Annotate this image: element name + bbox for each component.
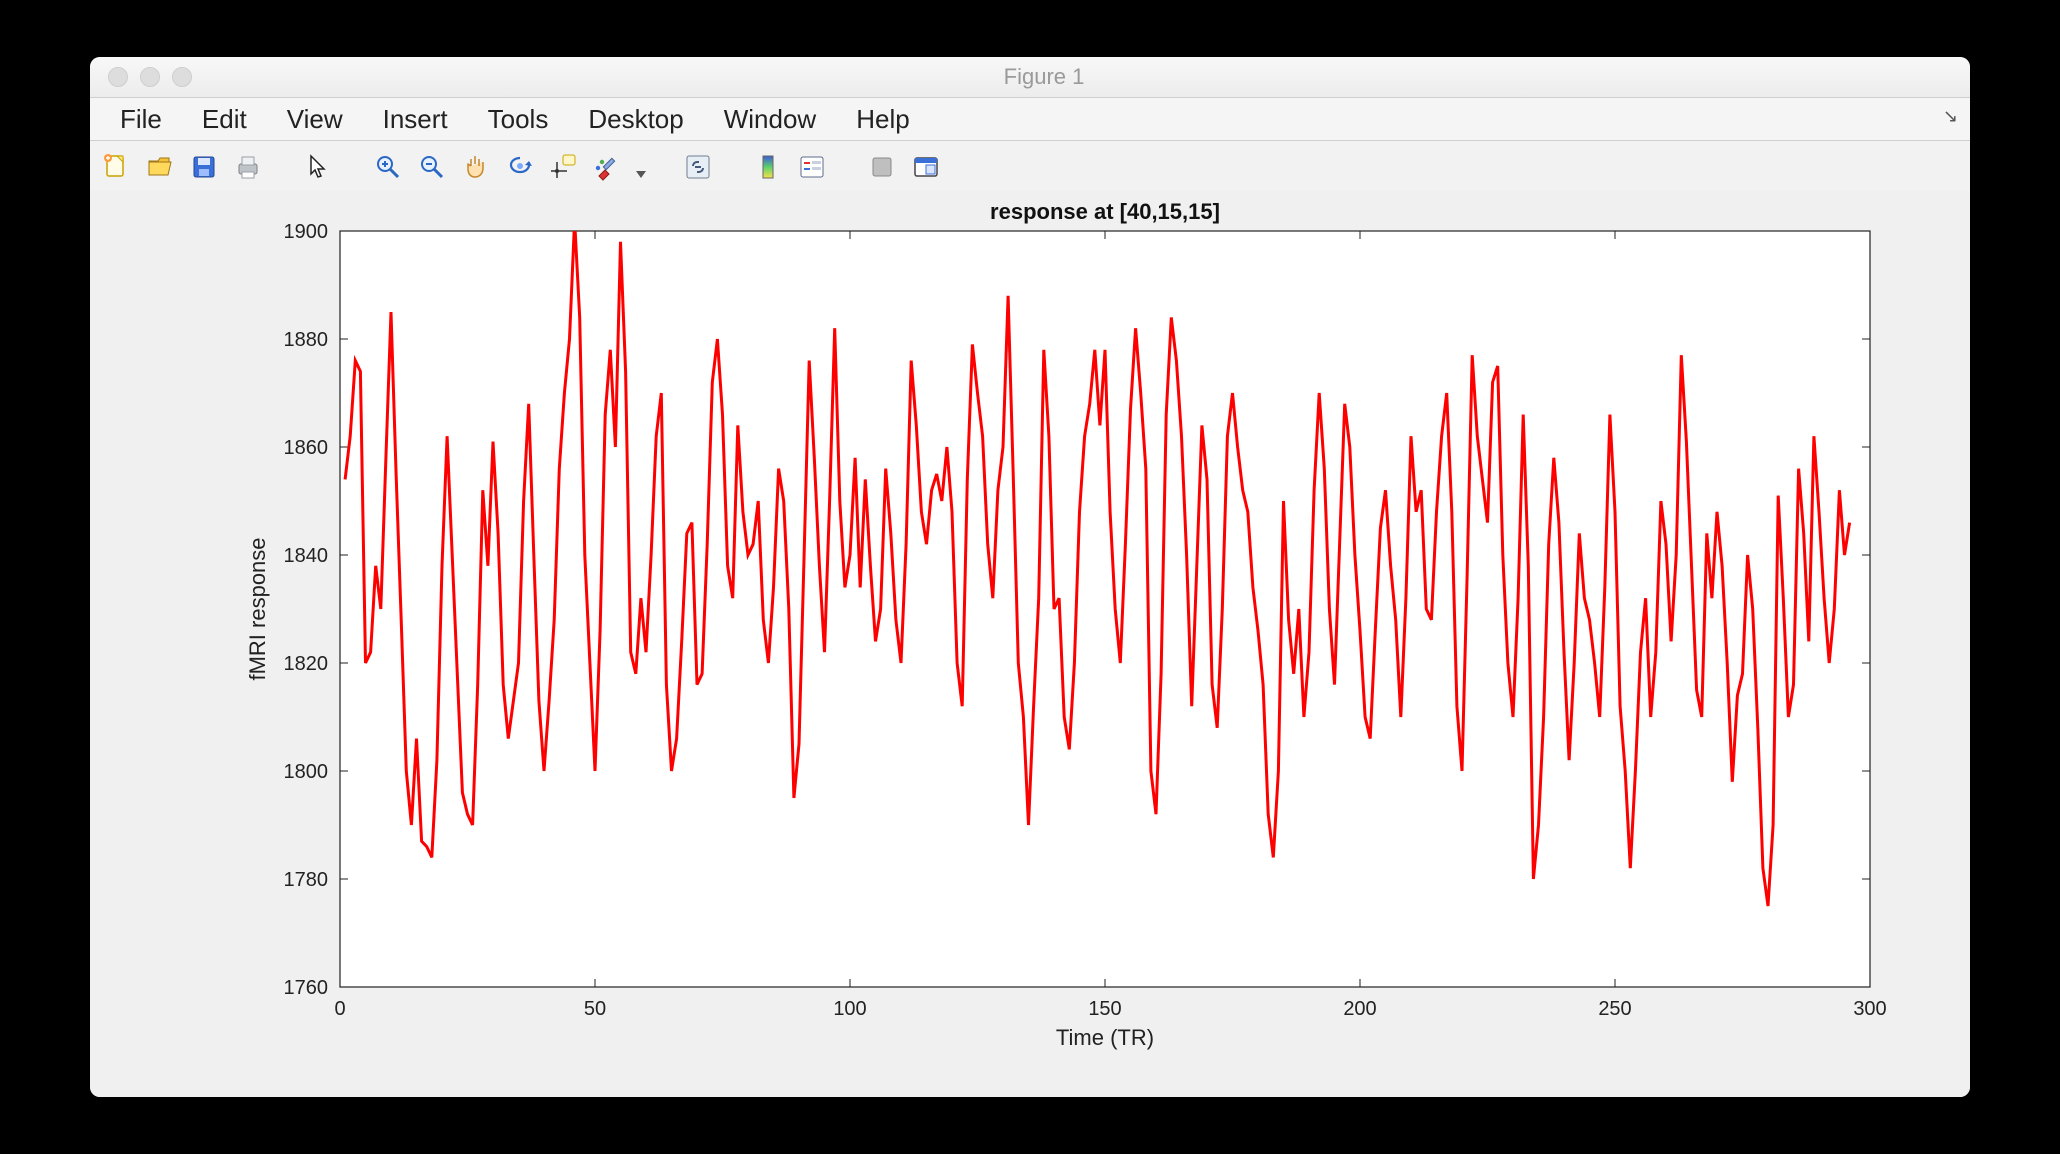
ytick-label: 1900	[284, 221, 329, 243]
axes-title: response at [40,15,15]	[990, 199, 1220, 224]
xtick-label: 300	[1853, 998, 1886, 1020]
rotate3d-button[interactable]	[502, 149, 538, 185]
brush-dropdown-icon[interactable]	[636, 171, 646, 178]
toolbar	[90, 141, 1970, 194]
open-button[interactable]	[142, 149, 178, 185]
menu-tools[interactable]: Tools	[468, 100, 569, 139]
ytick-label: 1820	[284, 653, 329, 675]
ytick-label: 1840	[284, 545, 329, 567]
xtick-label: 100	[833, 998, 866, 1020]
menu-window[interactable]: Window	[704, 100, 836, 139]
xtick-label: 200	[1343, 998, 1376, 1020]
titlebar: Figure 1	[90, 57, 1970, 98]
link-button[interactable]	[680, 149, 716, 185]
menu-help[interactable]: Help	[836, 100, 929, 139]
xtick-label: 250	[1598, 998, 1631, 1020]
pointer-button[interactable]	[300, 149, 336, 185]
axes[interactable]: 0 50 100 150 200 250 300 1760 1780 1800 1820 1840 18…	[90, 191, 1970, 1097]
menu-file[interactable]: File	[100, 100, 182, 139]
ytick-label: 1760	[284, 977, 329, 999]
new-figure-button[interactable]	[98, 149, 134, 185]
menu-view[interactable]: View	[267, 100, 363, 139]
menu-desktop[interactable]: Desktop	[568, 100, 703, 139]
minimize-window-icon[interactable]	[140, 67, 160, 87]
xtick-label: 150	[1088, 998, 1121, 1020]
zoom-out-button[interactable]	[414, 149, 450, 185]
menu-edit[interactable]: Edit	[182, 100, 267, 139]
brush-button[interactable]	[590, 149, 626, 185]
window-controls	[108, 67, 192, 87]
xlabel: Time (TR)	[1056, 1025, 1154, 1050]
dock-button[interactable]	[908, 149, 944, 185]
xtick-label: 50	[584, 998, 606, 1020]
hide-tools-button[interactable]	[864, 149, 900, 185]
colorbar-button[interactable]	[750, 149, 786, 185]
menubar: File Edit View Insert Tools Desktop Wind…	[90, 98, 1970, 141]
figure-window: Figure 1 File Edit View Insert Tools Des…	[90, 57, 1970, 1097]
ytick-label: 1780	[284, 869, 329, 891]
legend-button[interactable]	[794, 149, 830, 185]
pan-button[interactable]	[458, 149, 494, 185]
ylabel: fMRI response	[245, 537, 270, 680]
window-title: Figure 1	[192, 64, 1896, 90]
figure-area: 0 50 100 150 200 250 300 1760 1780 1800 1820 1840 18…	[90, 191, 1970, 1097]
ytick-label: 1800	[284, 761, 329, 783]
close-window-icon[interactable]	[108, 67, 128, 87]
data-cursor-button[interactable]	[546, 149, 582, 185]
dock-arrow-icon[interactable]: ↘	[1943, 106, 1958, 127]
ytick-label: 1880	[284, 329, 329, 351]
print-button[interactable]	[230, 149, 266, 185]
save-button[interactable]	[186, 149, 222, 185]
xtick-label: 0	[334, 998, 345, 1020]
zoom-in-button[interactable]	[370, 149, 406, 185]
menu-insert[interactable]: Insert	[363, 100, 468, 139]
zoom-window-icon[interactable]	[172, 67, 192, 87]
ytick-label: 1860	[284, 437, 329, 459]
